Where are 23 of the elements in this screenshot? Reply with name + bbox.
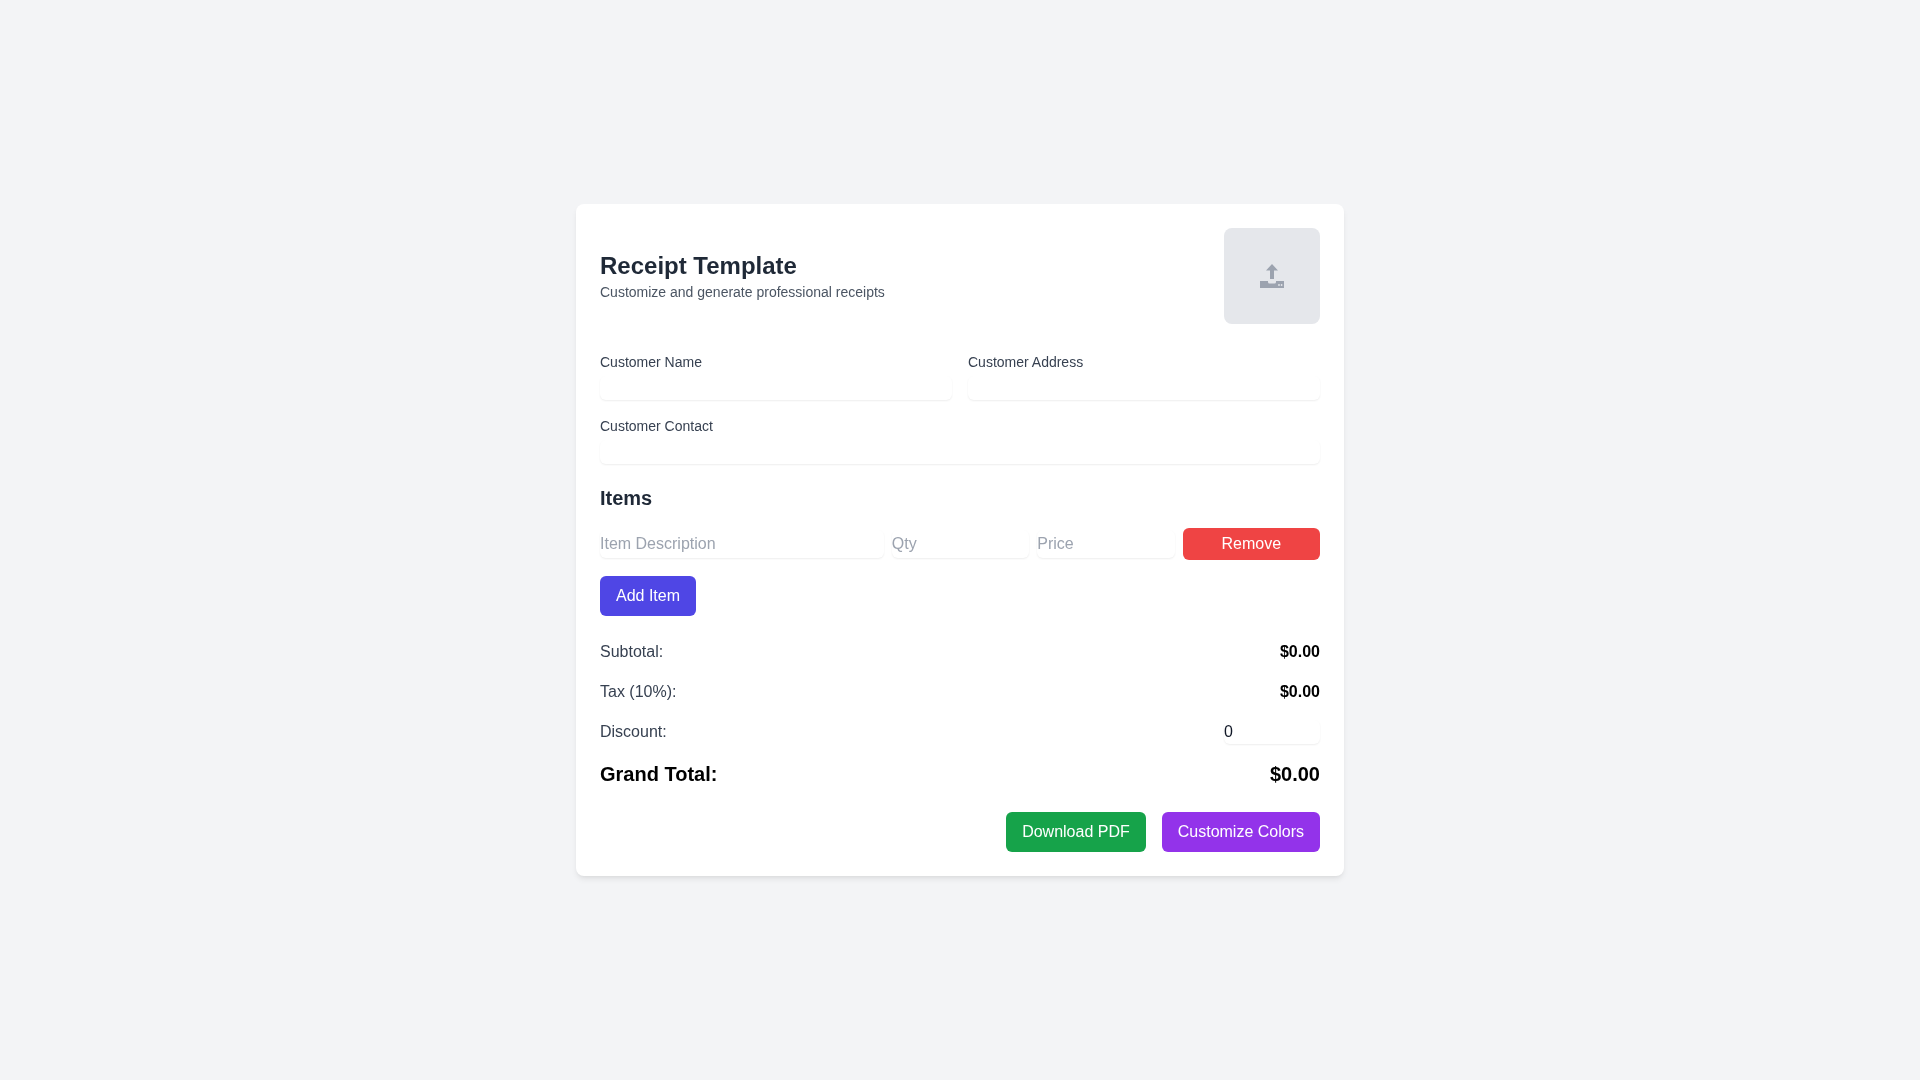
field-label: Customer Contact [600,417,714,436]
field-label: Customer Address [968,353,1085,372]
add-item-button[interactable]: Add Item [600,576,697,616]
upload-icon [1260,264,1284,288]
quantity-field[interactable]: Qty [891,530,1030,558]
field-label: Customer Name [600,353,703,372]
description-field[interactable]: Item Description [600,530,884,558]
total-label: Subtotal: [600,642,664,662]
price-field[interactable]: Price [1037,530,1175,558]
grand-total-value: $0.00 [1269,762,1320,787]
total-label: Tax (10%): [600,682,677,702]
total-value: $0.00 [1279,682,1320,702]
discount-field[interactable]: 0 [1224,720,1320,744]
total-value: $0.00 [1279,642,1320,662]
section-heading: Items [600,486,654,511]
page-title: Receipt Template [600,251,798,281]
customize-colors-button[interactable]: Customize Colors [1161,812,1320,852]
remove-button[interactable]: Remove [1182,528,1320,560]
logo-upload-area[interactable] [1224,228,1320,324]
page-subtitle: Customize and generate professional receipts [600,283,885,302]
grand-total-label: Grand Total: [600,762,718,787]
download-pdf-button[interactable]: Download PDF [1006,812,1146,852]
discount-label: Discount: [600,722,667,742]
